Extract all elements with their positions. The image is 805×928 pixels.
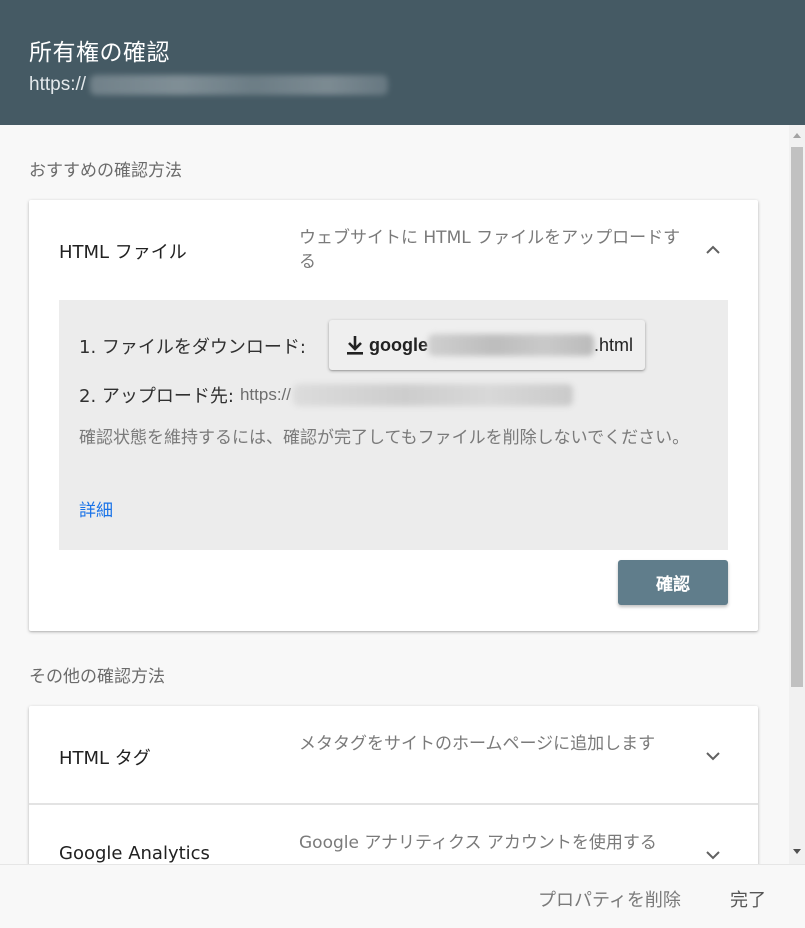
download-file-button[interactable]: google .html — [329, 320, 645, 370]
html-tag-method-header[interactable]: HTML タグ メタタグをサイトのホームページに追加します — [29, 706, 758, 804]
keep-file-note: 確認状態を維持するには、確認が完了してもファイルを削除しないでください。 — [79, 428, 690, 448]
other-section-label: その他の確認方法 — [29, 667, 165, 687]
confirm-button[interactable]: 確認 — [618, 560, 728, 605]
scroll-down-arrow-icon[interactable] — [793, 849, 801, 854]
method-name: Google Analytics — [59, 843, 210, 864]
done-button[interactable]: 完了 — [730, 886, 766, 912]
chevron-down-icon[interactable] — [701, 843, 725, 864]
dialog-footer: プロパティを削除 完了 — [0, 864, 805, 928]
google-analytics-method-header[interactable]: Google Analytics Google アナリティクス アカウントを使用… — [29, 805, 758, 864]
delete-property-button[interactable]: プロパティを削除 — [538, 886, 681, 912]
step1-label: 1. ファイルをダウンロード: — [79, 337, 306, 358]
chevron-down-icon[interactable] — [701, 744, 725, 768]
upload-url-prefix: https:// — [239, 385, 291, 404]
dialog-title: 所有権の確認 — [29, 40, 170, 66]
scrollbar-thumb[interactable] — [791, 147, 803, 687]
recommended-section-label: おすすめの確認方法 — [29, 161, 182, 181]
method-name: HTML タグ — [59, 748, 151, 769]
property-url-prefix: https:// — [29, 74, 87, 95]
html-file-instructions: 1. ファイルをダウンロード: google .html 2. アップロード先:… — [59, 300, 728, 550]
method-name: HTML ファイル — [59, 242, 187, 263]
download-file-prefix: google — [369, 334, 428, 355]
method-description: メタタグをサイトのホームページに追加します — [299, 734, 656, 754]
redacted-upload-url — [293, 384, 573, 406]
chevron-up-icon[interactable] — [701, 238, 725, 262]
dialog-header: 所有権の確認 https:// — [0, 0, 805, 125]
step2-row: 2. アップロード先: https:// — [79, 382, 573, 408]
method-description: Google アナリティクス アカウントを使用する — [299, 833, 657, 853]
method-description: ウェブサイトに HTML ファイルをアップロードする — [299, 228, 681, 272]
step2-label: 2. アップロード先: — [79, 386, 234, 407]
dialog-content[interactable]: おすすめの確認方法 HTML ファイル ウェブサイトに HTML ファイルをアッ… — [0, 125, 789, 864]
other-methods-list: HTML タグ メタタグをサイトのホームページに追加します Google Ana… — [29, 706, 758, 864]
redacted-url — [90, 75, 389, 95]
scrollbar[interactable] — [789, 125, 805, 864]
details-link[interactable]: 詳細 — [79, 496, 113, 521]
scroll-up-arrow-icon[interactable] — [793, 133, 801, 138]
redacted-filename — [428, 334, 594, 356]
html-file-method-card: HTML ファイル ウェブサイトに HTML ファイルをアップロードする 1. … — [29, 200, 758, 631]
html-file-method-header[interactable]: HTML ファイル ウェブサイトに HTML ファイルをアップロードする — [29, 200, 758, 298]
download-file-suffix: .html — [594, 334, 634, 355]
property-url: https:// — [29, 74, 389, 96]
download-icon — [347, 336, 363, 355]
